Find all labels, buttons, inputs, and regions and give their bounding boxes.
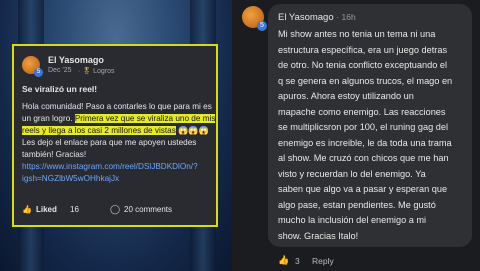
post-body-line: Les dejo el enlace para que me apoyen us… [22, 138, 197, 147]
comments-label: 20 comments [124, 205, 173, 214]
comment-line: show. Gracias Italo! [278, 230, 359, 241]
post-body-line: Hola comunidad! Paso a contarles lo que … [22, 102, 212, 111]
scream-emojis: 😱😱😱 [178, 126, 209, 135]
thumbs-up-icon[interactable]: 👍 [278, 255, 289, 266]
post-date: Dec '25 [48, 67, 72, 74]
comment-line: q se genera en algunos trucos, el mago e… [278, 75, 453, 86]
avatar[interactable]: 5 [242, 6, 267, 31]
post-title: Se viralizó un reel! [22, 84, 98, 94]
comment-line: saben que algo va a pasar y esperan que [278, 184, 448, 194]
post-body-line: un gran logro. Primera vez que se virali… [22, 114, 216, 123]
comment-line: de otro. No tenia conflicto exceptuando … [278, 60, 448, 70]
like-button[interactable]: 👍 Liked [22, 204, 92, 218]
author-name[interactable]: El Yasomago [278, 12, 334, 23]
like-label: Liked [36, 205, 57, 214]
comment-like-count: 3 [295, 256, 300, 266]
badge-label: Logros [93, 68, 115, 75]
like-count: 16 [70, 205, 79, 214]
post-author[interactable]: El Yasomago [48, 55, 104, 65]
comment-line: mapache como enemigo. Las reacciones [278, 106, 446, 117]
post-body-line: reels y llega a los casi 2 millones de v… [22, 126, 209, 136]
comment-line: estructura específica, era un juego detr… [278, 44, 448, 55]
comment-line: visto y recuerdan lo del enemigo. Ya [278, 168, 426, 179]
comment-time: 16h [341, 12, 356, 22]
thumbs-up-icon: 👍 [22, 205, 32, 214]
comment-icon: ◯ [110, 204, 121, 214]
highlighted-text: Primera vez que se viraliza uno de mis [74, 114, 216, 123]
comment-panel: 5 El Yasomago · 16h Mi show antes no ten… [232, 0, 480, 271]
comment-line: enemigo es increible, le da toda una tra… [278, 137, 452, 148]
instagram-link[interactable]: igsh=NGZlbW5wOHhkajJx [22, 174, 119, 183]
comments-button[interactable]: ◯ 20 comments [110, 204, 200, 218]
post-card[interactable]: 5 El Yasomago Dec '25 · 🎖 Logros Se vira… [12, 44, 218, 227]
comment-line: mucho la inclusión del enemigo a mi [278, 215, 427, 225]
comment-author[interactable]: El Yasomago · 16h [278, 12, 356, 23]
comment-line: algo pase, estan pendientes. Me gustó [278, 199, 436, 210]
comment-line: apuros. Ahora estoy utilizando un [278, 91, 414, 101]
avatar[interactable]: 5 [22, 56, 43, 77]
post-body-line: también! Gracias! [22, 150, 87, 159]
level-badge: 5 [34, 68, 43, 77]
reply-button[interactable]: Reply [312, 256, 334, 266]
instagram-link[interactable]: https://www.instagram.com/reel/DSlJBDKDl… [22, 162, 198, 171]
highlighted-text: reels y llega a los casi 2 millones de v… [22, 126, 176, 135]
post-badge: · 🎖 Logros [78, 68, 115, 75]
comment-line: al show. Me cruzó con chicos que me han [278, 153, 449, 163]
level-badge: 5 [257, 21, 267, 31]
stage-background: 5 El Yasomago Dec '25 · 🎖 Logros Se vira… [0, 0, 232, 271]
body-text: un gran logro. [22, 114, 73, 123]
comment-line: se multiplicsron por 100, el runing gag … [278, 122, 449, 132]
trophy-icon: 🎖 [82, 68, 92, 75]
comment-line: Mi show antes no tenia un tema ni una [278, 29, 436, 39]
